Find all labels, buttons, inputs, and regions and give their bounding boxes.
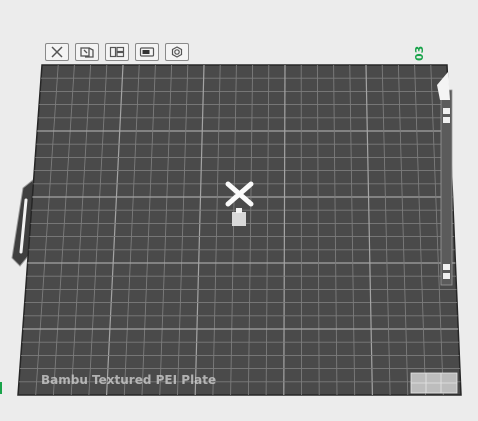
right-strip-marker-4 (443, 273, 450, 279)
plate-view: Bambu Textured PEI Plate 03 (0, 0, 478, 421)
arrange-icon (109, 46, 125, 58)
gear-icon (171, 46, 183, 58)
arrange-button[interactable] (105, 43, 129, 61)
lock-plate-button[interactable] (135, 43, 159, 61)
close-x-icon (51, 46, 63, 58)
lock-toggle-icon (139, 47, 155, 57)
orient-icon (80, 47, 94, 58)
right-strip-marker-2 (443, 117, 450, 123)
plate-number: 03 (413, 45, 426, 61)
build-plate[interactable]: Bambu Textured PEI Plate (0, 0, 478, 421)
plate-settings-button[interactable] (165, 43, 189, 61)
plate-surface (17, 64, 462, 396)
plate-label: Bambu Textured PEI Plate (41, 373, 216, 387)
auto-orient-button[interactable] (75, 43, 99, 61)
right-strip-marker-3 (443, 264, 450, 270)
close-plate-button[interactable] (45, 43, 69, 61)
right-strip-marker-1 (443, 108, 450, 114)
plate-toolbar (45, 43, 189, 61)
